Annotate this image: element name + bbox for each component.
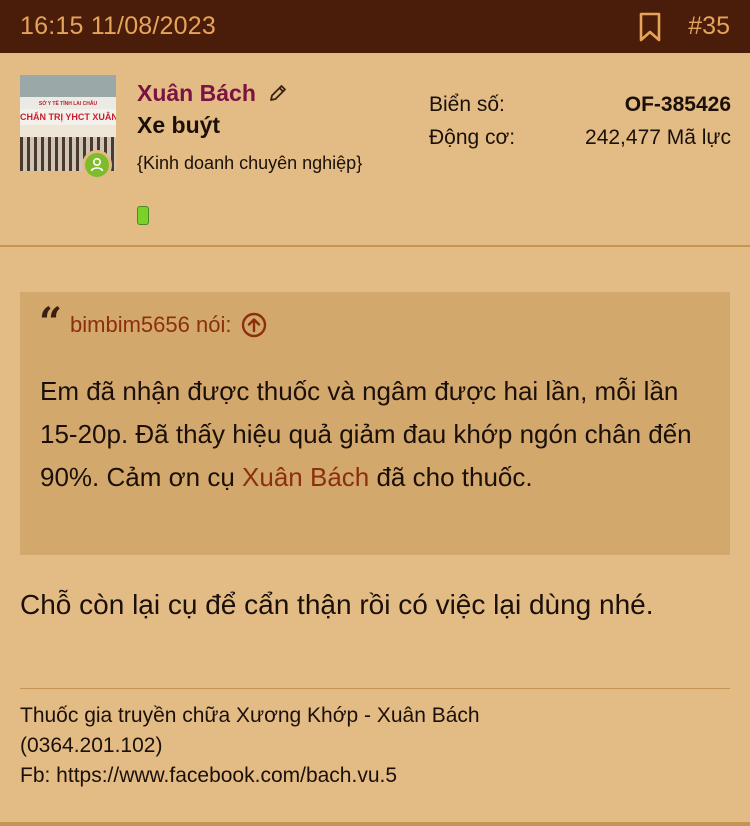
user-stats: Biển số: OF-385426 Động cơ: 242,477 Mã l… bbox=[429, 88, 731, 154]
username-text: Xuân Bách bbox=[137, 80, 256, 106]
bookmark-icon[interactable] bbox=[638, 12, 662, 42]
signature-line-3[interactable]: Fb: https://www.facebook.com/bach.vu.5 bbox=[20, 761, 730, 791]
user-info-block: SỞ Y TẾ TỈNH LAI CHÂU CHẨN TRỊ YHCT XUÂN… bbox=[0, 53, 750, 247]
post-timestamp: 16:15 11/08/2023 bbox=[20, 12, 216, 40]
quote-attribution[interactable]: “ bimbim5656 nói: bbox=[39, 299, 267, 346]
plate-label: Biển số: bbox=[429, 92, 505, 116]
reply-text: Chỗ còn lại cụ để cẩn thận rồi có việc l… bbox=[20, 589, 654, 620]
post-header: 16:15 11/08/2023 #35 bbox=[0, 0, 750, 53]
signature-divider bbox=[20, 688, 730, 689]
engine-label: Động cơ: bbox=[429, 125, 516, 149]
post-bottom-border bbox=[0, 822, 750, 826]
plate-value: OF-385426 bbox=[624, 92, 731, 116]
header-actions: #35 bbox=[638, 12, 730, 42]
post-number-link[interactable]: #35 bbox=[688, 12, 730, 41]
quote-author[interactable]: bimbim5656 nói: bbox=[70, 312, 231, 338]
pencil-icon bbox=[270, 85, 287, 101]
username-link[interactable]: Xuân Bách bbox=[137, 80, 288, 107]
signature-line-1: Thuốc gia truyền chữa Xương Khớp - Xuân … bbox=[20, 704, 480, 727]
quote-block: “ bimbim5656 nói: Em đã nhận được thuốc … bbox=[20, 292, 730, 555]
arrow-up-circle-icon[interactable] bbox=[241, 312, 267, 338]
user-description: {Kinh doanh chuyên nghiệp} bbox=[137, 153, 363, 173]
engine-value: 242,477 Mã lực bbox=[585, 125, 731, 149]
plate-row: Biển số: OF-385426 bbox=[429, 88, 731, 121]
user-title: Xe buýt bbox=[137, 112, 221, 138]
quote-mention-link[interactable]: Xuân Bách bbox=[242, 462, 369, 492]
engine-row: Động cơ: 242,477 Mã lực bbox=[429, 121, 731, 154]
quote-mark-icon: “ bbox=[39, 299, 63, 346]
badge-bar-icon bbox=[137, 206, 149, 225]
quote-body: Em đã nhận được thuốc và ngâm được hai l… bbox=[40, 370, 700, 499]
quote-text-after: đã cho thuốc. bbox=[369, 462, 533, 492]
signature: Thuốc gia truyền chữa Xương Khớp - Xuân … bbox=[20, 701, 730, 791]
avatar-sign-main: CHẨN TRỊ YHCT XUÂN bbox=[20, 109, 116, 125]
online-status-icon bbox=[82, 150, 112, 180]
signature-line-2: (0364.201.102) bbox=[20, 734, 163, 757]
